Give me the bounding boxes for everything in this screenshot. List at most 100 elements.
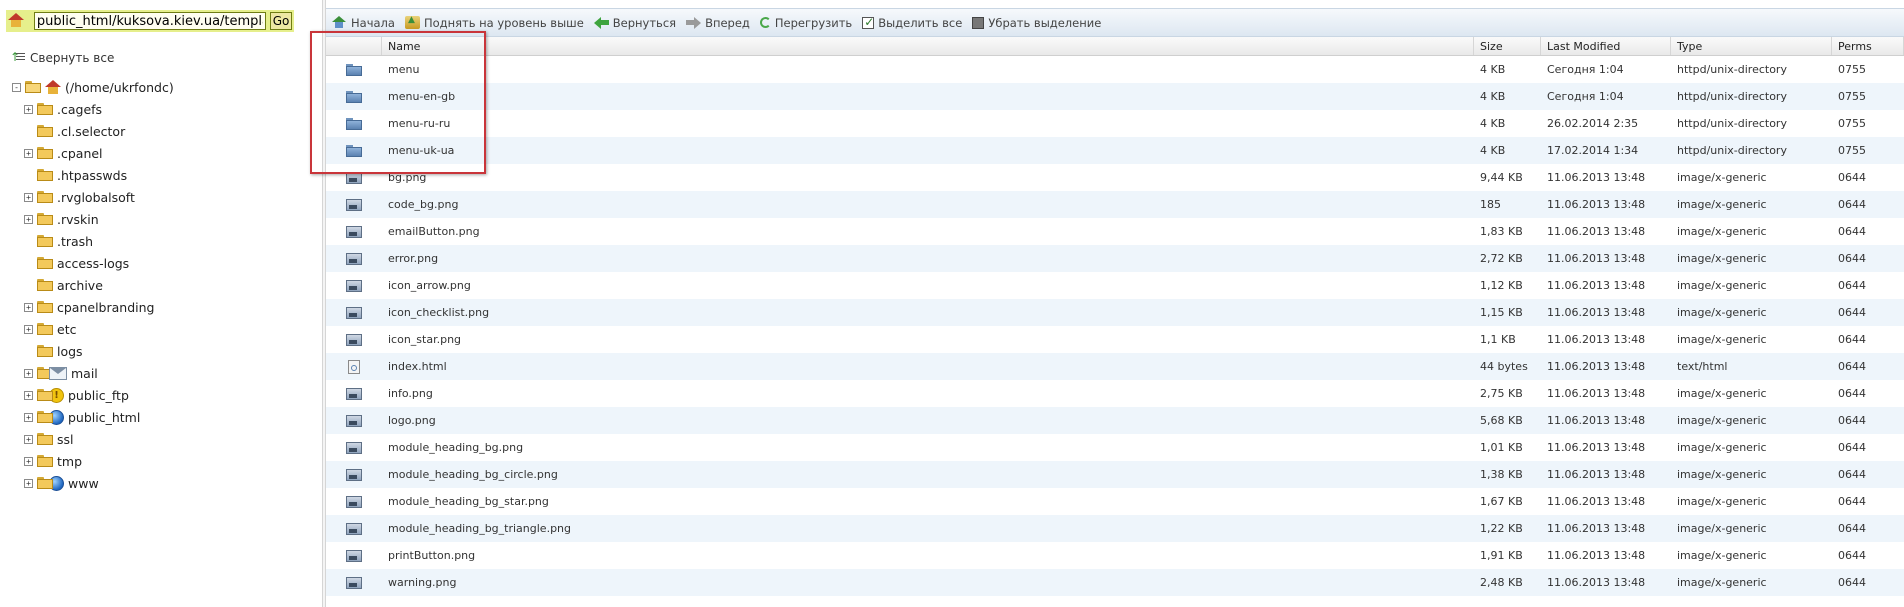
tree-item[interactable]: .htpasswds (12, 164, 312, 186)
table-row[interactable]: menu-en-gb 4 KB Сегодня 1:04 httpd/unix-dir… (326, 83, 1904, 110)
table-row[interactable]: icon_star.png 1,1 KB 11.06.2013 13:48 image… (326, 326, 1904, 353)
header-perms[interactable]: Perms (1832, 37, 1904, 55)
tree-item[interactable]: .trash (12, 230, 312, 252)
file-name-cell[interactable]: emailButton.png (382, 225, 1474, 238)
tree-item[interactable]: logs (12, 340, 312, 362)
table-row[interactable]: index.html 44 bytes 11.06.2013 13:48 text/h… (326, 353, 1904, 380)
expand-toggle-icon[interactable]: + (24, 302, 33, 312)
row-icon-cell[interactable] (326, 279, 382, 292)
table-row[interactable]: module_heading_bg_circle.png 1,38 KB 11.06… (326, 461, 1904, 488)
path-input[interactable] (33, 12, 267, 30)
table-row[interactable]: module_heading_bg.png 1,01 KB 11.06.2013 1… (326, 434, 1904, 461)
row-icon-cell[interactable] (326, 387, 382, 400)
tree-item[interactable]: + etc (12, 318, 312, 340)
table-row[interactable]: warning.png 2,48 KB 11.06.2013 13:48 image/… (326, 569, 1904, 596)
file-name-cell[interactable]: menu-en-gb (382, 90, 1474, 103)
table-row[interactable]: icon_arrow.png 1,12 KB 11.06.2013 13:48 ima… (326, 272, 1904, 299)
collapse-toggle-icon[interactable]: - (12, 82, 21, 92)
tree-item[interactable]: + www (12, 472, 312, 494)
table-row[interactable]: code_bg.png 185 11.06.2013 13:48 image/x-ge… (326, 191, 1904, 218)
row-icon-cell[interactable] (326, 252, 382, 265)
header-icon-column[interactable] (326, 37, 382, 55)
row-icon-cell[interactable] (326, 171, 382, 184)
file-name-cell[interactable]: icon_checklist.png (382, 306, 1474, 319)
expand-toggle-icon[interactable]: + (24, 324, 33, 334)
file-name-cell[interactable]: module_heading_bg_triangle.png (382, 522, 1474, 535)
header-name[interactable]: Name (382, 37, 1474, 55)
row-icon-cell[interactable] (326, 90, 382, 103)
file-name-cell[interactable]: module_heading_bg_circle.png (382, 468, 1474, 481)
row-icon-cell[interactable] (326, 468, 382, 481)
tree-item[interactable]: + tmp (12, 450, 312, 472)
expand-toggle-icon[interactable]: + (24, 148, 33, 158)
row-icon-cell[interactable] (326, 225, 382, 238)
row-icon-cell[interactable] (326, 495, 382, 508)
expand-toggle-icon[interactable]: + (24, 104, 33, 114)
tree-item[interactable]: + cpanelbranding (12, 296, 312, 318)
tree-item[interactable]: + .cagefs (12, 98, 312, 120)
file-name-cell[interactable]: error.png (382, 252, 1474, 265)
table-row[interactable]: bg.png 9,44 KB 11.06.2013 13:48 image/x-gen… (326, 164, 1904, 191)
expand-toggle-icon[interactable]: + (24, 214, 33, 224)
row-icon-cell[interactable] (326, 144, 382, 157)
file-name-cell[interactable]: index.html (382, 360, 1474, 373)
tree-item[interactable]: - (/home/ukrfondc) (12, 76, 312, 98)
forward-button[interactable]: Вперед (686, 16, 750, 30)
select-all-button[interactable]: Выделить все (862, 15, 962, 30)
row-icon-cell[interactable] (326, 441, 382, 454)
expand-toggle-icon[interactable]: + (24, 390, 33, 400)
table-row[interactable]: menu-ru-ru 4 KB 26.02.2014 2:35 httpd/unix-… (326, 110, 1904, 137)
expand-toggle-icon[interactable]: + (24, 434, 33, 444)
table-row[interactable]: error.png 2,72 KB 11.06.2013 13:48 image/x-… (326, 245, 1904, 272)
file-name-cell[interactable]: module_heading_bg_star.png (382, 495, 1474, 508)
header-last-modified[interactable]: Last Modified (1541, 37, 1671, 55)
up-level-button[interactable]: Поднять на уровень выше (404, 15, 584, 30)
file-name-cell[interactable]: icon_arrow.png (382, 279, 1474, 292)
file-name-cell[interactable]: menu-uk-ua (382, 144, 1474, 157)
tree-item[interactable]: + ssl (12, 428, 312, 450)
tree-item[interactable]: + .rvskin (12, 208, 312, 230)
table-row[interactable]: emailButton.png 1,83 KB 11.06.2013 13:48 im… (326, 218, 1904, 245)
tree-item[interactable]: access-logs (12, 252, 312, 274)
header-size[interactable]: Size (1474, 37, 1541, 55)
tree-item[interactable]: + .cpanel (12, 142, 312, 164)
row-icon-cell[interactable] (326, 359, 382, 374)
file-name-cell[interactable]: module_heading_bg.png (382, 441, 1474, 454)
table-row[interactable]: menu 4 KB Сегодня 1:04 httpd/unix-directory… (326, 56, 1904, 83)
tree-item[interactable]: archive (12, 274, 312, 296)
file-name-cell[interactable]: code_bg.png (382, 198, 1474, 211)
expand-toggle-icon[interactable]: + (24, 456, 33, 466)
collapse-all-link[interactable]: ↑ Свернуть все (10, 51, 114, 65)
table-row[interactable]: logo.png 5,68 KB 11.06.2013 13:48 image/x-g… (326, 407, 1904, 434)
go-button[interactable]: Go (270, 12, 292, 30)
tree-item[interactable]: + .rvglobalsoft (12, 186, 312, 208)
row-icon-cell[interactable] (326, 576, 382, 589)
file-name-cell[interactable]: warning.png (382, 576, 1474, 589)
table-row[interactable]: printButton.png 1,91 KB 11.06.2013 13:48 im… (326, 542, 1904, 569)
row-icon-cell[interactable] (326, 333, 382, 346)
table-row[interactable]: module_heading_bg_triangle.png 1,22 KB 11.… (326, 515, 1904, 542)
back-button[interactable]: Вернуться (593, 16, 676, 30)
row-icon-cell[interactable] (326, 198, 382, 211)
home-folder-icon[interactable] (8, 13, 26, 29)
expand-toggle-icon[interactable]: + (24, 368, 33, 378)
expand-toggle-icon[interactable]: + (24, 192, 33, 202)
tree-item[interactable]: .cl.selector (12, 120, 312, 142)
file-name-cell[interactable]: info.png (382, 387, 1474, 400)
row-icon-cell[interactable] (326, 549, 382, 562)
tree-item[interactable]: + public_html (12, 406, 312, 428)
row-icon-cell[interactable] (326, 117, 382, 130)
tree-item[interactable]: +! public_ftp (12, 384, 312, 406)
row-icon-cell[interactable] (326, 414, 382, 427)
file-name-cell[interactable]: menu-ru-ru (382, 117, 1474, 130)
row-icon-cell[interactable] (326, 522, 382, 535)
tree-item[interactable]: + mail (12, 362, 312, 384)
home-button[interactable]: Начала (332, 16, 395, 30)
table-row[interactable]: info.png 2,75 KB 11.06.2013 13:48 image/x-g… (326, 380, 1904, 407)
header-type[interactable]: Type (1671, 37, 1832, 55)
table-row[interactable]: module_heading_bg_star.png 1,67 KB 11.06.2… (326, 488, 1904, 515)
file-name-cell[interactable]: icon_star.png (382, 333, 1474, 346)
deselect-button[interactable]: Убрать выделение (972, 16, 1101, 30)
row-icon-cell[interactable] (326, 306, 382, 319)
file-name-cell[interactable]: menu (382, 63, 1474, 76)
